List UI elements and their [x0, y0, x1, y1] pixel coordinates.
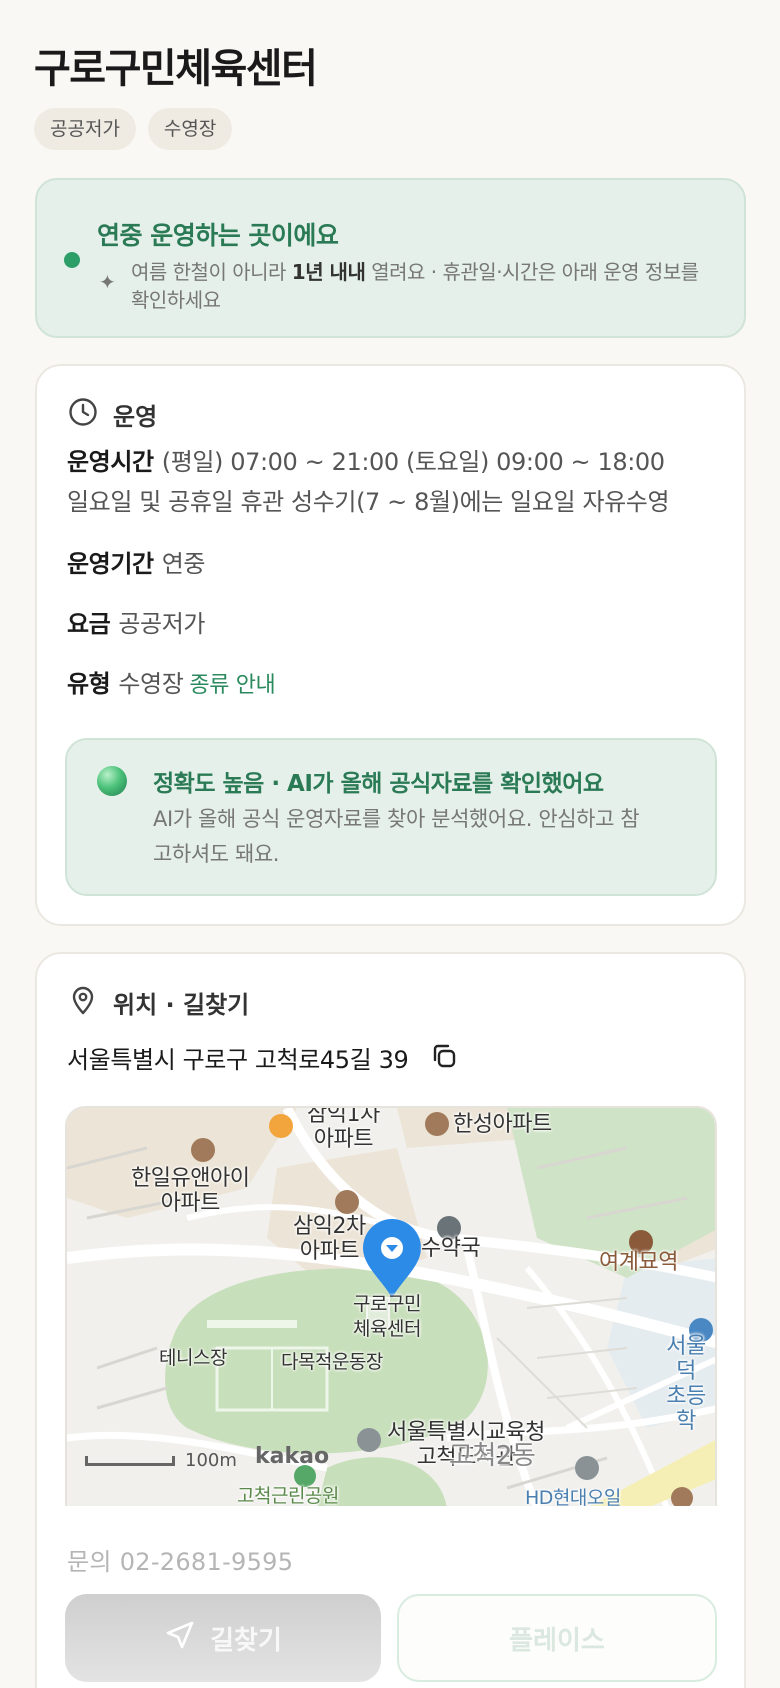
map-label-center-text2: 체육센터 [353, 1318, 421, 1340]
contact-phone[interactable]: 문의 02-2681-9595 [67, 1542, 293, 1577]
map-label-apt4-text: 삼익2차 [293, 1214, 366, 1239]
map-label-field: 다목적운동장 [281, 1351, 383, 1373]
hours-label: 운영시간 [67, 448, 154, 476]
map-label-apt4-text2: 아파트 [299, 1239, 360, 1264]
ai-description: AI가 올해 공식 운영자료를 찾아 분석했어요. 안심하고 참고하셔도 돼요. [153, 807, 640, 866]
map-scale-text: 100m [185, 1450, 237, 1471]
ai-orb-icon [97, 766, 127, 796]
copy-icon[interactable] [430, 1042, 458, 1074]
status-dot-icon [64, 252, 80, 268]
map-label-apt3-text: 한일유앤아이 [131, 1166, 250, 1191]
place-button[interactable]: 플레이스 [397, 1594, 717, 1682]
map-label-park: 고척근린공원 [237, 1485, 339, 1506]
place-button-label: 플레이스 [509, 1625, 605, 1656]
navigation-arrow-icon [164, 1619, 196, 1658]
clock-icon [67, 396, 99, 432]
period-row: 운영기간 연중 [67, 544, 727, 584]
tag-list: 공공저가 수영장 [34, 108, 233, 150]
map-label-school-text: 서울덕 [666, 1334, 706, 1384]
tag-type: 수영장 [147, 108, 233, 150]
fee-value: 공공저가 [118, 610, 206, 638]
notice-desc-bold: 1년 내내 [291, 260, 366, 284]
ai-accuracy-box: 정확도 높음 · AI가 올해 공식자료를 확인했어요 AI가 올해 공식 운영… [65, 738, 717, 896]
map-label-apt4: 삼익2차 아파트 [293, 1214, 366, 1264]
type-value: 수영장 [118, 670, 184, 698]
map-label-apt3: 한일유앤아이 아파트 [131, 1166, 250, 1216]
location-pin-icon [67, 984, 99, 1020]
type-guide-link[interactable]: 종류 안내 [189, 673, 275, 698]
map-label-center-text: 구로구민 [353, 1293, 421, 1315]
map-label-pharmacy: 수약국 [421, 1236, 481, 1261]
sparkle-icon: ✦ [99, 270, 116, 294]
operation-title: 운영 [113, 402, 158, 431]
map-label-apt1: 삼익1차 아파트 [307, 1106, 380, 1152]
map-label-apt1-text2: 아파트 [313, 1127, 374, 1152]
map-label-apt2: 한성아파트 [453, 1112, 552, 1137]
map-label-cemetery: 여계묘역 [599, 1250, 678, 1275]
map-label-hyundai: HD현대오일 [525, 1487, 621, 1506]
directions-button-label: 길찾기 [210, 1625, 282, 1656]
map-label-center: 구로구민체육센터 [353, 1292, 421, 1342]
hours-value: (평일) 07:00 ~ 21:00 (토요일) 09:00 ~ 18:00 [161, 448, 665, 476]
fee-label: 요금 [67, 610, 111, 638]
notice-title: 연중 운영하는 곳이에요 [97, 221, 339, 250]
hours-note: 일요일 및 공휴일 휴관 성수기(7 ~ 8월)에는 일요일 자유수영 [67, 488, 670, 516]
type-label: 유형 [67, 670, 111, 698]
kakao-logo: kakao [255, 1444, 330, 1469]
operation-card: 운영 운영시간 (평일) 07:00 ~ 21:00 (토요일) 09:00 ~ … [35, 364, 746, 926]
page: 구로구민체육센터 공공저가 수영장 연중 운영하는 곳이에요 ✦ 여름 한철이 … [0, 0, 780, 1688]
location-header: 위치 · 길찾기 [67, 984, 249, 1020]
page-title: 구로구민체육센터 [34, 46, 318, 92]
map-scale-bar [85, 1456, 175, 1466]
map-label-school: 서울덕 초등학 [657, 1334, 715, 1434]
map-label-tennis: 테니스장 [159, 1347, 227, 1369]
notice-desc-prefix: 여름 한철이 아니라 [131, 260, 292, 284]
period-label: 운영기간 [67, 550, 154, 578]
map-label-apt3-text2: 아파트 [160, 1191, 221, 1216]
operation-header: 운영 [67, 396, 157, 432]
map-label-apt1-text: 삼익1차 [307, 1106, 380, 1127]
location-map[interactable]: 삼익1차 아파트 한성아파트 한일유앤아이 아파트 삼익2차 아파트 수약국 여계묘역… [65, 1106, 717, 1506]
tag-fee: 공공저가 [34, 108, 136, 150]
fee-row: 요금 공공저가 [67, 604, 727, 644]
address-text: 서울특별시 구로구 고척로45길 39 [67, 1046, 409, 1074]
hours-row: 운영시간 (평일) 07:00 ~ 21:00 (토요일) 09:00 ~ 18:… [67, 442, 727, 522]
type-row: 유형 수영장 종류 안내 [67, 664, 727, 706]
directions-button[interactable]: 길찾기 [65, 1594, 381, 1682]
location-title: 위치 · 길찾기 [113, 990, 250, 1019]
year-round-notice: 연중 운영하는 곳이에요 ✦ 여름 한철이 아니라 1년 내내 열려요 · 휴관… [35, 178, 746, 338]
address-row: 서울특별시 구로구 고척로45길 39 [67, 1040, 458, 1075]
notice-description: 여름 한철이 아니라 1년 내내 열려요 · 휴관일·시간은 아래 운영 정보를… [131, 258, 711, 314]
period-value: 연중 [161, 550, 206, 578]
map-label-school-text2: 초등학 [666, 1384, 706, 1434]
ai-title: 정확도 높음 · AI가 올해 공식자료를 확인했어요 [153, 771, 604, 797]
map-label-dong: 고척2동 [449, 1441, 536, 1471]
location-card: 위치 · 길찾기 서울특별시 구로구 고척로45길 39 삼익1차 아파트 한성… [35, 952, 746, 1688]
